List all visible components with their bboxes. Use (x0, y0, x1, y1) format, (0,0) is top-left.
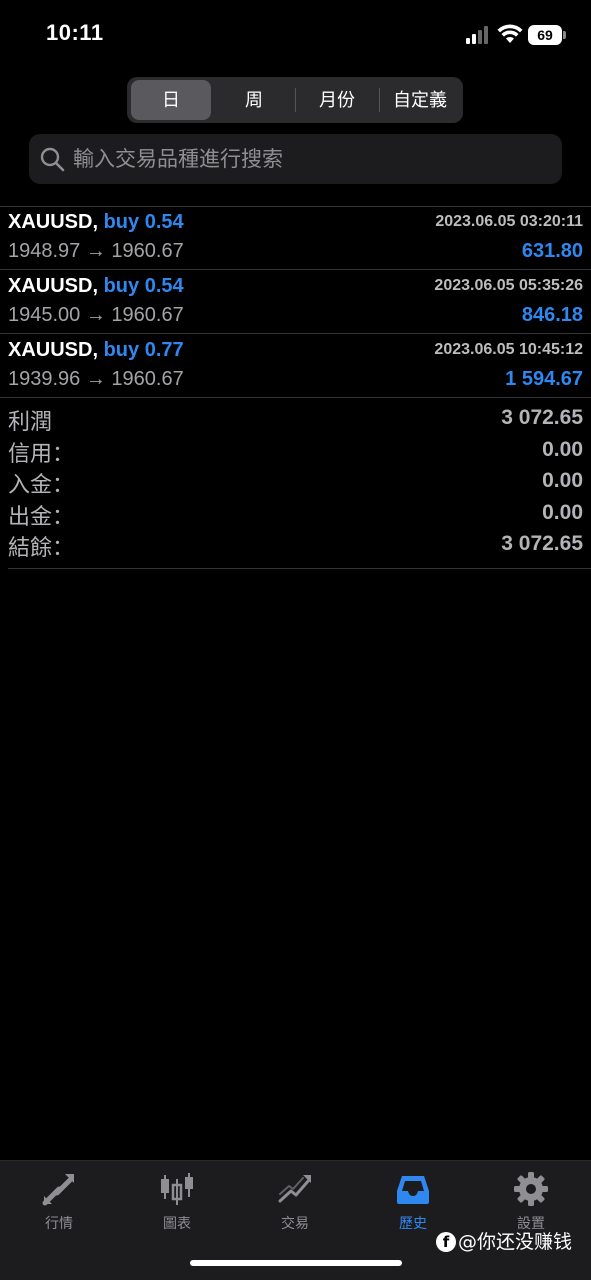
history-screen: 10:11 69 日 周 月份 自定義 XA (0, 0, 591, 1280)
status-time: 10:11 (46, 20, 104, 45)
summary-row-withdrawal: 出金： 0.00 (0, 499, 591, 531)
deal-open-price: 1945.00 (8, 304, 81, 326)
deal-symbol: XAUUSD, (8, 275, 99, 297)
deal-close-price: 1960.67 (111, 304, 184, 326)
watermark: f @你还没赚钱 (436, 1227, 572, 1255)
summary-divider (8, 568, 591, 569)
deal-datetime: 2023.06.05 05:35:26 (434, 277, 583, 294)
deal-datetime: 2023.06.05 10:45:12 (434, 341, 583, 358)
deal-side-volume: buy 0.77 (103, 339, 184, 361)
deal-prices: 1948.97 → 1960.67 (8, 240, 184, 263)
deal-row[interactable]: XAUUSD, buy 0.54 2023.06.05 05:35:26 194… (0, 270, 591, 334)
candlestick-chart-icon (161, 1173, 193, 1205)
settings-gear-icon (514, 1172, 548, 1206)
battery-tip (563, 31, 566, 39)
account-summary: 利潤 3 072.65 信用： 0.00 入金： 0.00 出金： 0.00 結… (0, 404, 591, 562)
deal-row[interactable]: XAUUSD, buy 0.54 2023.06.05 03:20:11 194… (0, 206, 591, 270)
period-tab-week[interactable]: 周 (213, 80, 295, 120)
deal-open-price: 1948.97 (8, 240, 81, 262)
row-divider (0, 397, 591, 398)
summary-row-balance: 結餘： 3 072.65 (0, 530, 591, 562)
tab-chart[interactable]: 圖表 (118, 1161, 236, 1241)
summary-value: 0.00 (542, 469, 583, 492)
quotes-arrows-icon (42, 1174, 74, 1206)
tab-label: 行情 (45, 1216, 73, 1232)
deal-profit: 1 594.67 (505, 368, 583, 390)
deal-prices: 1939.96 → 1960.67 (8, 368, 184, 391)
search-input[interactable] (73, 134, 543, 184)
tab-quotes[interactable]: 行情 (0, 1161, 118, 1241)
summary-label: 信用： (8, 441, 75, 467)
deal-open-price: 1939.96 (8, 368, 81, 390)
deal-symbol-line: XAUUSD, buy 0.77 (8, 339, 184, 362)
status-bar: 10:11 69 (0, 0, 591, 70)
home-indicator[interactable] (190, 1260, 402, 1266)
summary-value: 3 072.65 (501, 532, 583, 555)
cellular-signal-icon (466, 26, 492, 44)
deal-profit: 846.18 (521, 304, 583, 326)
summary-label: 入金： (8, 473, 75, 498)
history-inbox-icon (397, 1176, 429, 1204)
arrow-right-icon: → (85, 240, 106, 262)
tab-label: 交易 (281, 1216, 309, 1232)
deal-close-price: 1960.67 (111, 368, 184, 390)
arrow-right-icon: → (85, 304, 106, 326)
arrow-right-icon: → (85, 368, 106, 390)
tab-label: 圖表 (163, 1216, 191, 1232)
summary-row-credit: 信用： 0.00 (0, 436, 591, 468)
deal-close-price: 1960.67 (111, 240, 184, 262)
deal-profit: 631.80 (521, 240, 583, 262)
deal-prices: 1945.00 → 1960.67 (8, 304, 184, 327)
symbol-search-bar[interactable] (29, 134, 562, 184)
deal-row[interactable]: XAUUSD, buy 0.77 2023.06.05 10:45:12 193… (0, 334, 591, 398)
deal-side-volume: buy 0.54 (103, 211, 184, 233)
deal-symbol: XAUUSD, (8, 211, 99, 233)
deal-symbol-line: XAUUSD, buy 0.54 (8, 275, 184, 298)
search-icon (40, 147, 65, 172)
summary-value: 3 072.65 (501, 406, 583, 429)
summary-label: 結餘： (8, 536, 75, 561)
deal-symbol-line: XAUUSD, buy 0.54 (8, 211, 184, 234)
deal-symbol: XAUUSD, (8, 339, 99, 361)
summary-label: 出金： (8, 504, 75, 530)
deal-side-volume: buy 0.54 (103, 275, 184, 297)
battery-icon: 69 (528, 25, 562, 45)
deal-datetime: 2023.06.05 03:20:11 (435, 213, 583, 230)
period-segmented-control: 日 周 月份 自定義 (127, 77, 463, 123)
trade-chart-icon (278, 1175, 311, 1203)
period-tab-day[interactable]: 日 (131, 80, 211, 120)
period-tab-custom[interactable]: 自定義 (380, 80, 460, 120)
summary-row-profit: 利潤 3 072.65 (0, 404, 591, 436)
tab-trade[interactable]: 交易 (236, 1161, 354, 1241)
wifi-icon (497, 24, 523, 43)
facebook-icon: f (436, 1232, 456, 1252)
summary-label: 利潤 (8, 410, 53, 435)
summary-row-deposit: 入金： 0.00 (0, 467, 591, 499)
summary-value: 0.00 (542, 437, 583, 461)
period-tab-month[interactable]: 月份 (296, 80, 378, 120)
summary-value: 0.00 (542, 500, 583, 524)
watermark-text: @你还没赚钱 (458, 1231, 573, 1253)
